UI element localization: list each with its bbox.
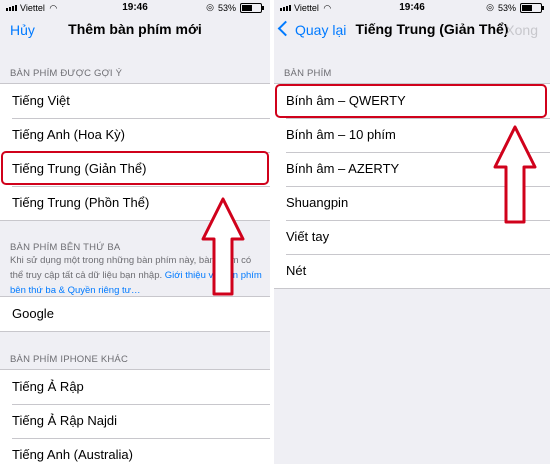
- battery-icon: [520, 2, 544, 13]
- chinese-simplified-screen: Viettel ◠ 19:46 ◎ 53% Quay lại Tiếng Tru…: [274, 0, 550, 464]
- section-header-keyboards: BÀN PHÍM: [284, 68, 332, 79]
- up-arrow-icon: [201, 197, 245, 296]
- screenshot: Viettel ◠ 19:46 ◎ 53% Hủy Thêm bàn phím …: [0, 0, 550, 464]
- highlight-box: [275, 84, 547, 118]
- status-right: ◎ 53%: [486, 2, 544, 13]
- battery-icon: [240, 2, 264, 13]
- keyboard-item-google[interactable]: Google: [0, 297, 270, 331]
- lock-rotation-icon: ◎: [206, 2, 214, 12]
- status-bar: Viettel ◠ 19:46 ◎ 53%: [0, 0, 270, 16]
- chevron-left-icon: [277, 20, 294, 37]
- battery-percent: 53%: [217, 2, 236, 13]
- navigation-bar: Hủy Thêm bàn phím mới: [0, 16, 270, 46]
- add-keyboard-screen: Viettel ◠ 19:46 ◎ 53% Hủy Thêm bàn phím …: [0, 0, 270, 464]
- keyboard-item-vietnamese[interactable]: Tiếng Việt: [0, 84, 270, 118]
- lock-rotation-icon: ◎: [486, 2, 494, 12]
- up-arrow-icon: [493, 125, 537, 224]
- third-party-keyboards-list: Google: [0, 296, 270, 332]
- page-title: Thêm bàn phím mới: [68, 21, 202, 37]
- navigation-bar: Quay lại Tiếng Trung (Giản Thể) Xong: [274, 16, 550, 46]
- keyboard-item-arabic-najdi[interactable]: Tiếng Ả Rập Najdi: [0, 404, 270, 438]
- section-header-suggested: BÀN PHÍM ĐƯỢC GỢI Ý: [10, 68, 123, 79]
- keyboard-item-english-us[interactable]: Tiếng Anh (Hoa Kỳ): [0, 118, 270, 152]
- status-right: ◎ 53%: [206, 2, 264, 13]
- layout-item-stroke[interactable]: Nét: [274, 254, 550, 288]
- keyboard-item-english-australia[interactable]: Tiếng Anh (Australia): [0, 438, 270, 464]
- done-button[interactable]: Xong: [505, 22, 538, 38]
- highlight-box: [1, 151, 269, 185]
- battery-percent: 53%: [497, 2, 516, 13]
- status-bar: Viettel ◠ 19:46 ◎ 53%: [274, 0, 550, 16]
- section-header-other: BÀN PHÍM IPHONE KHÁC: [10, 354, 129, 365]
- section-header-third-party: BÀN PHÍM BÊN THỨ BA: [10, 242, 121, 253]
- keyboard-item-arabic[interactable]: Tiếng Ả Rập: [0, 370, 270, 404]
- other-keyboards-list: Tiếng Ả Rập Tiếng Ả Rập Najdi Tiếng Anh …: [0, 369, 270, 464]
